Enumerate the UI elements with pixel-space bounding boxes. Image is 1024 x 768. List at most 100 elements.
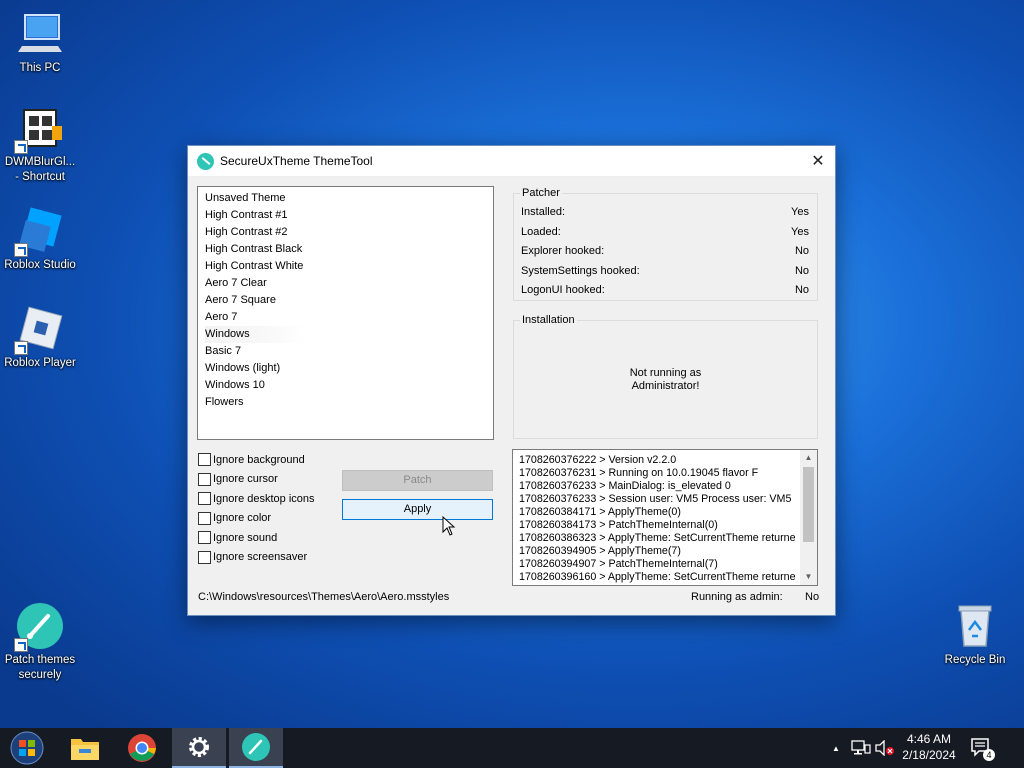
log-line: 1708260376233 > Session user: VM5 Proces… xyxy=(519,493,792,505)
clock-time: 4:46 AM xyxy=(906,732,952,746)
patch-themes-icon xyxy=(242,733,270,761)
scroll-thumb[interactable] xyxy=(803,467,814,542)
theme-item[interactable]: High Contrast Black xyxy=(205,241,305,258)
log-line: 1708260384173 > PatchThemeInternal(0) xyxy=(519,519,718,531)
installation-message: Not running as Administrator! xyxy=(629,367,702,392)
log-textbox[interactable]: 1708260376222 > Version v2.2.0 170826037… xyxy=(512,449,818,586)
desktop-icon-label: Patch themes securely xyxy=(4,654,76,681)
windows-orb-icon xyxy=(10,731,44,765)
action-center-button[interactable]: 4 xyxy=(970,728,995,768)
theme-item[interactable]: Windows xyxy=(205,326,305,343)
patcher-row-systemsettings: SystemSettings hooked: No xyxy=(521,265,809,277)
theme-item[interactable]: High Contrast #2 xyxy=(205,224,305,241)
theme-path-label: C:\Windows\resources\Themes\Aero\Aero.ms… xyxy=(198,591,450,603)
theme-item[interactable]: Aero 7 Square xyxy=(205,292,305,309)
window-titlebar[interactable]: SecureUxTheme ThemeTool ✕ xyxy=(188,146,835,177)
desktop-icon-roblox-player[interactable]: Roblox Player xyxy=(0,305,80,371)
status-value: Yes xyxy=(791,226,809,238)
volume-muted-icon[interactable] xyxy=(875,728,895,768)
theme-item[interactable]: Basic 7 xyxy=(205,343,305,360)
theme-item[interactable]: High Contrast #1 xyxy=(205,207,305,224)
log-line: 1708260384171 > ApplyTheme(0) xyxy=(519,506,681,518)
checkbox-ignore-background[interactable]: Ignore background xyxy=(198,450,315,470)
theme-item[interactable]: Aero 7 Clear xyxy=(205,275,305,292)
tray-chevron[interactable]: ▲ xyxy=(832,728,840,768)
apply-button[interactable]: Apply xyxy=(342,499,493,520)
log-line: 1708260394907 > PatchThemeInternal(7) xyxy=(519,558,718,570)
network-icon[interactable] xyxy=(851,728,871,768)
desktop-icon-label: DWMBlurGl... - Shortcut xyxy=(4,156,76,183)
patch-themes-icon xyxy=(14,602,64,652)
shortcut-arrow-icon xyxy=(14,341,28,355)
checkbox-ignore-sound[interactable]: Ignore sound xyxy=(198,528,315,548)
clock[interactable]: 4:46 AM 2/18/2024 xyxy=(893,731,965,763)
checkbox-ignore-color[interactable]: Ignore color xyxy=(198,509,315,529)
theme-list[interactable]: Unsaved Theme High Contrast #1 High Cont… xyxy=(197,186,494,440)
checkbox-box[interactable] xyxy=(198,531,211,545)
patcher-row-logonui: LogonUI hooked: No xyxy=(521,284,809,296)
roblox-studio-icon xyxy=(14,207,64,257)
desktop-icon-label: This PC xyxy=(19,62,61,74)
theme-item[interactable]: High Contrast White xyxy=(205,258,305,275)
close-button[interactable]: ✕ xyxy=(801,146,835,176)
installation-group: Installation Not running as Administrato… xyxy=(513,314,818,439)
patch-button[interactable]: Patch xyxy=(342,470,493,491)
start-button[interactable] xyxy=(0,728,54,768)
gear-icon xyxy=(189,737,209,757)
taskbar-patch-themes[interactable] xyxy=(229,728,283,768)
patcher-group-title: Patcher xyxy=(520,187,562,199)
scroll-up-icon[interactable]: ▲ xyxy=(800,450,817,466)
scroll-down-icon[interactable]: ▼ xyxy=(800,569,817,585)
window-title: SecureUxTheme ThemeTool xyxy=(220,154,373,168)
theme-item[interactable]: Windows 10 xyxy=(205,377,305,394)
status-value: No xyxy=(794,265,809,277)
app-icon xyxy=(197,152,214,170)
installation-group-title: Installation xyxy=(520,314,577,326)
checkbox-ignore-cursor[interactable]: Ignore cursor xyxy=(198,470,315,490)
theme-item[interactable]: Flowers xyxy=(205,394,305,411)
notification-badge: 4 xyxy=(983,749,995,761)
status-value: No xyxy=(794,245,809,257)
shortcut-arrow-icon xyxy=(14,243,28,257)
roblox-player-icon xyxy=(14,305,64,355)
log-scrollbar[interactable]: ▲ ▼ xyxy=(800,450,817,585)
clock-date: 2/18/2024 xyxy=(902,748,956,762)
desktop-icon-this-pc[interactable]: This PC xyxy=(0,10,80,76)
shortcut-arrow-icon xyxy=(14,140,28,154)
taskbar-settings[interactable] xyxy=(172,728,226,768)
dwmblurglass-icon xyxy=(14,104,64,154)
checkbox-ignore-desktop-icons[interactable]: Ignore desktop icons xyxy=(198,489,315,509)
log-line: 1708260376233 > MainDialog: is_elevated … xyxy=(519,480,731,492)
desktop-icon-label: Roblox Studio xyxy=(4,259,76,271)
theme-item[interactable]: Windows (light) xyxy=(205,360,305,377)
checkbox-box[interactable] xyxy=(198,550,211,564)
log-line: 1708260394905 > ApplyTheme(7) xyxy=(519,545,681,557)
recycle-bin-icon xyxy=(951,602,999,650)
taskbar: ▲ 4:46 AM 2/18/2024 4 xyxy=(0,728,1024,768)
themetool-window: SecureUxTheme ThemeTool ✕ Unsaved Theme … xyxy=(187,145,836,616)
patcher-row-explorer: Explorer hooked: No xyxy=(521,245,809,257)
ignore-options: Ignore background Ignore cursor Ignore d… xyxy=(198,450,315,567)
desktop-icon-label: Roblox Player xyxy=(4,357,76,369)
theme-item[interactable]: Unsaved Theme xyxy=(205,190,305,207)
taskbar-chrome[interactable] xyxy=(115,728,169,768)
checkbox-box[interactable] xyxy=(198,453,211,467)
desktop-icon-dwmblurglass[interactable]: DWMBlurGl... - Shortcut xyxy=(0,104,80,185)
checkbox-ignore-screensaver[interactable]: Ignore screensaver xyxy=(198,548,315,568)
folder-icon xyxy=(71,739,99,760)
desktop-icon-roblox-studio[interactable]: Roblox Studio xyxy=(0,207,80,273)
log-line: 1708260386323 > ApplyTheme: SetCurrentTh… xyxy=(519,532,796,544)
desktop-icon-recycle-bin[interactable]: Recycle Bin xyxy=(935,602,1015,668)
theme-item[interactable]: Aero 7 xyxy=(205,309,305,326)
checkbox-box[interactable] xyxy=(198,511,211,525)
checkbox-box[interactable] xyxy=(198,472,211,486)
log-line: 1708260396160 > ApplyTheme: SetCurrentTh… xyxy=(519,571,796,583)
desktop-icon-label: Recycle Bin xyxy=(944,654,1006,666)
taskbar-file-explorer[interactable] xyxy=(58,728,112,768)
admin-status-value: No xyxy=(805,591,820,603)
log-line: 1708260376222 > Version v2.2.0 xyxy=(519,454,677,466)
checkbox-box[interactable] xyxy=(198,492,211,506)
desktop-icon-patch-themes[interactable]: Patch themes securely xyxy=(0,602,80,683)
status-value: No xyxy=(794,284,809,296)
mouse-cursor-icon xyxy=(442,516,456,536)
